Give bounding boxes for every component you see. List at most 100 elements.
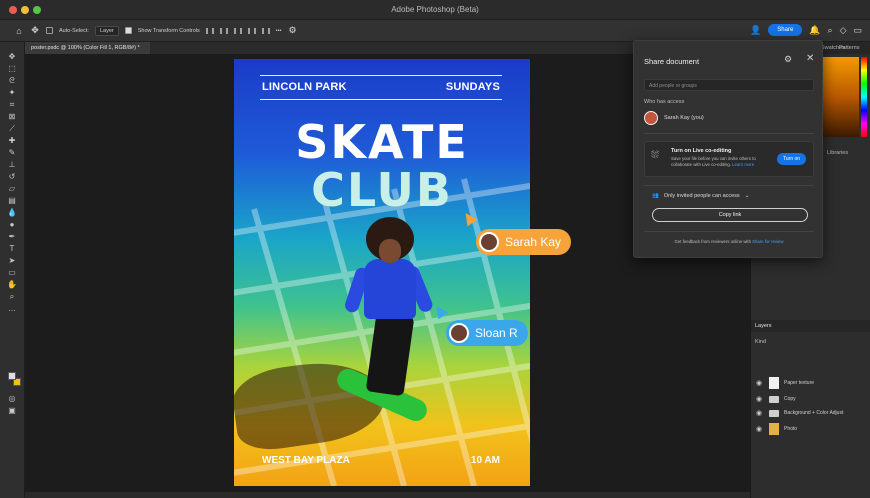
more-tools-icon[interactable]: … <box>6 304 18 313</box>
brush-tool-icon[interactable]: ✎ <box>6 148 18 157</box>
poster-day: SUNDAYS <box>445 81 500 93</box>
learn-more-link[interactable]: Learn more <box>732 162 754 167</box>
divider <box>644 231 814 232</box>
align-right-icon[interactable] <box>233 27 242 34</box>
skater-hoodie <box>364 259 416 319</box>
access-level-dropdown[interactable]: 👥 Only invited people can access ⌄ <box>652 193 749 199</box>
healing-brush-tool-icon[interactable]: ✚ <box>6 136 18 145</box>
layer-thumbnail <box>769 423 779 435</box>
layer-filter-kind[interactable]: Kind <box>755 339 766 345</box>
avatar <box>449 323 469 343</box>
window-title: Adobe Photoshop (Beta) <box>391 5 479 14</box>
poster-title-line2: CLUB <box>311 163 453 217</box>
layer-row[interactable]: ◉ Copy <box>751 392 870 406</box>
show-transform-label: Show Transform Controls <box>137 27 200 34</box>
hue-slider[interactable] <box>861 57 867 137</box>
layers-panel-header: Layers <box>751 320 870 332</box>
type-tool-icon[interactable]: T <box>6 244 18 253</box>
blur-tool-icon[interactable]: 💧 <box>6 208 18 217</box>
stamp-tool-icon[interactable]: ⊥ <box>6 160 18 169</box>
who-has-access-label: Who has access <box>644 99 685 105</box>
layer-name: Paper texture <box>784 380 815 386</box>
eraser-tool-icon[interactable]: ▱ <box>6 184 18 193</box>
zoom-tool-icon[interactable]: ⌕ <box>6 292 18 301</box>
dodge-tool-icon[interactable]: ● <box>6 220 18 229</box>
access-list-item: Sarah Kay (you) <box>644 111 704 125</box>
layer-row[interactable]: ◉ Paper texture <box>751 376 870 390</box>
home-icon[interactable]: ⌂ <box>14 26 24 36</box>
auto-select-label: Auto-Select: <box>59 27 89 34</box>
copy-link-button[interactable]: Copy link <box>652 208 808 222</box>
dialog-title: Share document <box>644 57 700 66</box>
align-top-icon[interactable] <box>247 27 256 34</box>
bell-icon[interactable]: 🔔 <box>809 25 820 36</box>
share-document-dialog: Share document ⚙ ✕ Add people or groups … <box>633 40 823 258</box>
move-tool-icon[interactable]: ✥ <box>30 25 40 36</box>
gradient-tool-icon[interactable]: ▤ <box>6 196 18 205</box>
poster-title-line1: SKATE <box>295 115 469 169</box>
layer-name: Background + Color Adjust <box>784 410 844 416</box>
options-bar: ⌂ ✥ Auto-Select: Layer Show Transform Co… <box>0 20 870 42</box>
poster-time: 10 AM <box>470 455 500 466</box>
align-left-icon[interactable] <box>205 27 214 34</box>
feedback-label: Get feedback from reviewers online with <box>674 239 751 244</box>
color-picker-field[interactable] <box>821 57 859 137</box>
tab-libraries[interactable]: Libraries <box>827 150 848 156</box>
document-tab[interactable]: poster.psdc @ 100% (Color Fill 1, RGB/8#… <box>25 42 150 54</box>
history-brush-tool-icon[interactable]: ↺ <box>6 172 18 181</box>
foreground-color-swatch[interactable] <box>8 372 16 380</box>
show-transform-checkbox[interactable] <box>124 27 132 34</box>
hand-tool-icon[interactable]: ✋ <box>6 280 18 289</box>
pen-tool-icon[interactable]: ✒ <box>6 232 18 241</box>
owner-name: Sarah Kay (you) <box>664 115 704 121</box>
tab-patterns[interactable]: Patterns <box>839 45 859 51</box>
search-icon[interactable]: ⌕ <box>828 25 833 36</box>
path-selection-tool-icon[interactable]: ➤ <box>6 256 18 265</box>
turn-on-button[interactable]: Turn on <box>777 153 807 165</box>
workspace-icon[interactable]: ▭ <box>853 25 862 36</box>
poster-location: LINCOLN PARK <box>262 81 347 93</box>
eyedropper-tool-icon[interactable]: ⟋ <box>6 124 18 133</box>
crop-tool-icon[interactable]: ⌗ <box>6 100 18 109</box>
share-for-review-link[interactable]: Share for review <box>752 239 783 244</box>
live-coediting-icon: ⛆ <box>651 150 659 161</box>
layer-thumbnail <box>769 377 779 389</box>
more-options-button[interactable]: ••• <box>276 28 282 34</box>
gear-icon[interactable]: ⚙ <box>784 54 792 65</box>
eye-icon[interactable]: ◉ <box>756 379 764 387</box>
screen-mode-icon[interactable]: ▣ <box>6 406 18 415</box>
align-center-icon[interactable] <box>219 27 228 34</box>
tab-layers[interactable]: Layers <box>755 323 772 329</box>
document-tab-label: poster.psdc @ 100% (Color Fill 1, RGB/8#… <box>31 45 140 51</box>
magic-wand-tool-icon[interactable]: ✦ <box>6 88 18 97</box>
eye-icon[interactable]: ◉ <box>756 425 764 433</box>
layer-row[interactable]: ◉ Photo <box>751 422 870 436</box>
auto-select-checkbox[interactable] <box>46 27 53 34</box>
learn-icon[interactable]: ◇ <box>840 25 847 36</box>
people-icon: 👥 <box>652 193 659 199</box>
eye-icon[interactable]: ◉ <box>756 409 764 417</box>
layer-name: Copy <box>784 396 796 402</box>
move-tool-icon[interactable]: ✥ <box>6 52 18 61</box>
auto-select-dropdown[interactable]: Layer <box>94 25 119 36</box>
share-button[interactable]: Share <box>768 24 803 36</box>
document-tab-bar: poster.psdc @ 100% (Color Fill 1, RGB/8#… <box>25 42 645 54</box>
poster-header: LINCOLN PARK SUNDAYS <box>262 81 500 93</box>
lasso-tool-icon[interactable]: ᘓ <box>6 76 18 85</box>
layer-row[interactable]: ◉ Background + Color Adjust <box>751 406 870 420</box>
close-icon[interactable]: ✕ <box>806 53 814 64</box>
poster-canvas[interactable]: LINCOLN PARK SUNDAYS SKATE CLUB WEST BAY… <box>234 59 530 486</box>
settings-gear-icon[interactable]: ⚙ <box>288 25 298 36</box>
avatar <box>479 232 499 252</box>
add-people-input[interactable]: Add people or groups <box>644 79 814 91</box>
shape-tool-icon[interactable]: ▭ <box>6 268 18 277</box>
user-icon[interactable]: 👤 <box>750 25 761 36</box>
marquee-tool-icon[interactable]: ⬚ <box>6 64 18 73</box>
access-level-label: Only invited people can access <box>663 193 740 199</box>
quick-mask-icon[interactable]: ◎ <box>6 394 18 403</box>
frame-tool-icon[interactable]: ⊠ <box>6 112 18 121</box>
eye-icon[interactable]: ◉ <box>756 395 764 403</box>
distribute-icon[interactable] <box>261 27 270 34</box>
status-bar <box>25 492 750 498</box>
folder-icon <box>769 409 779 417</box>
